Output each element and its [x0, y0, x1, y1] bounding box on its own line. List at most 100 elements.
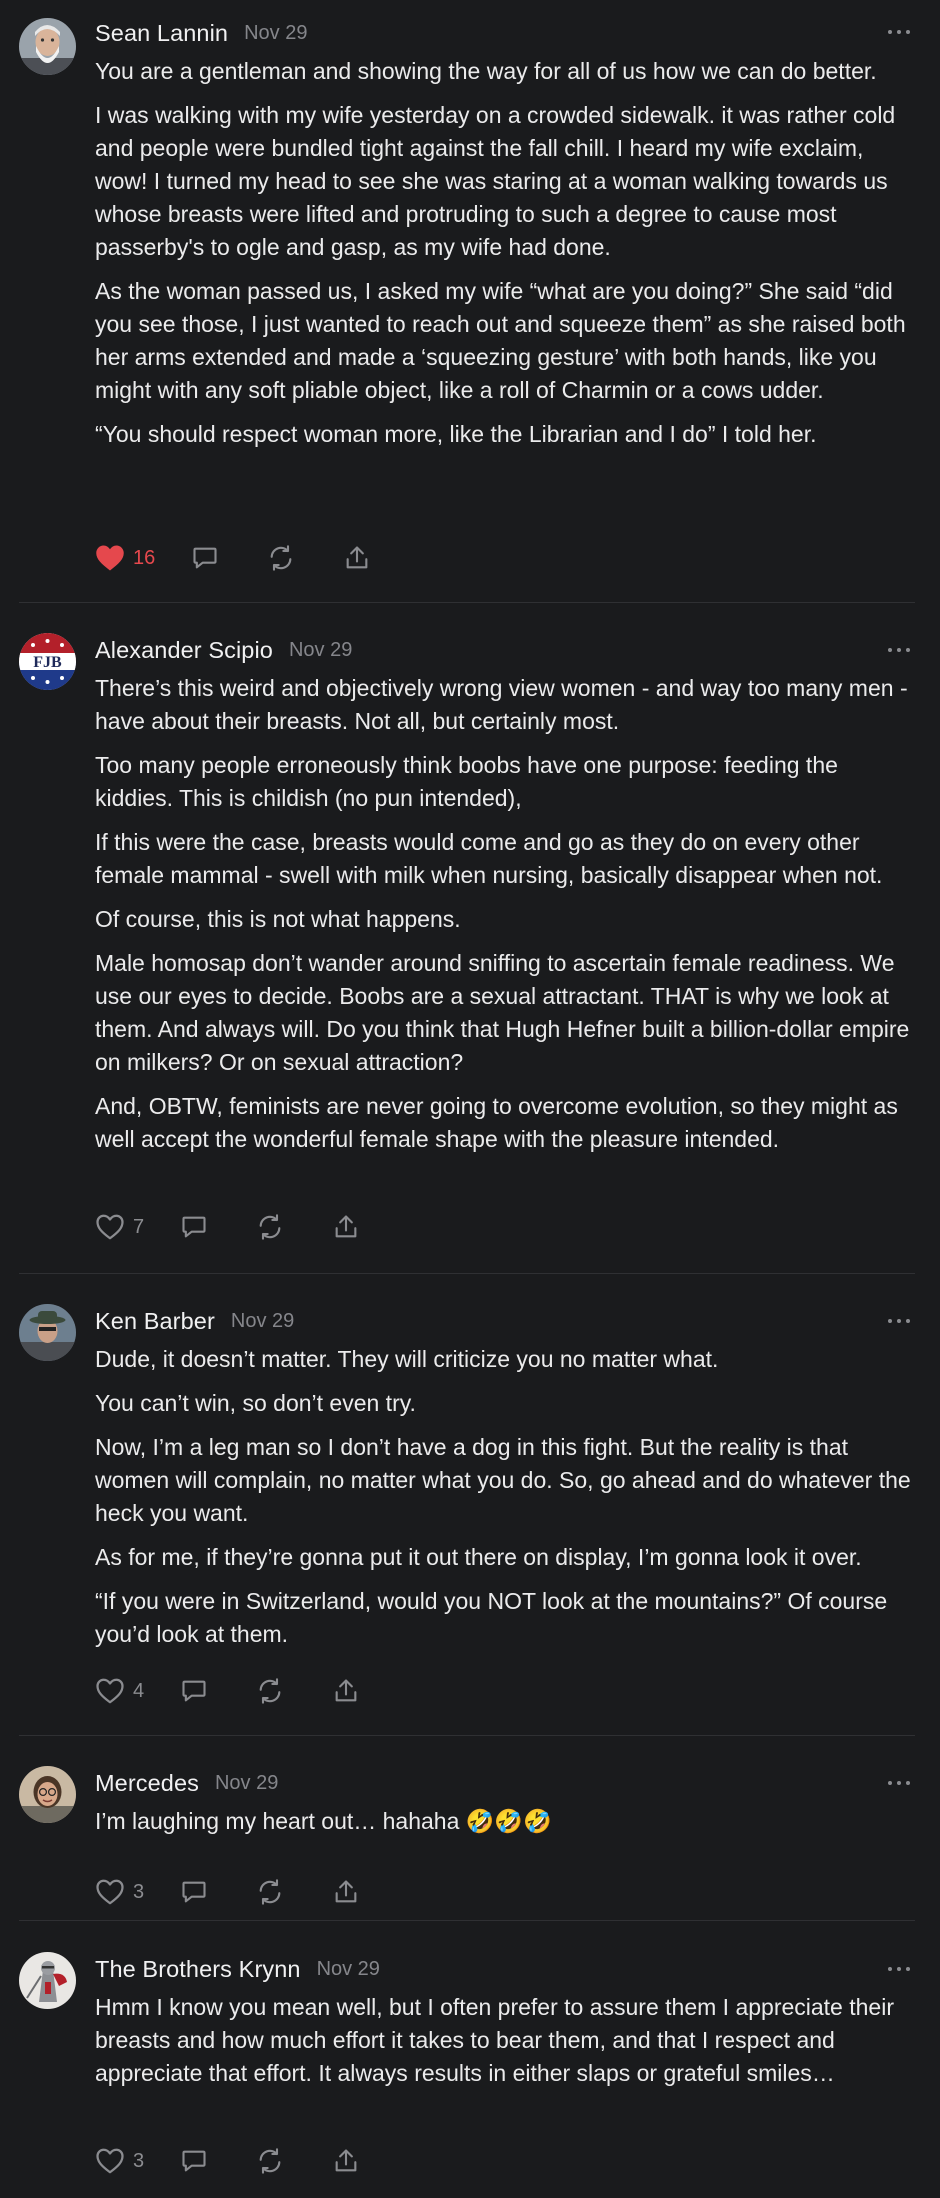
restack-icon: [270, 545, 292, 571]
like-button[interactable]: 3: [95, 2147, 144, 2175]
share-icon: [335, 1880, 357, 1903]
comment-body: I’m laughing my heart out… hahaha 🤣🤣🤣: [95, 1805, 921, 1838]
more-options-icon[interactable]: [888, 639, 910, 661]
author-name[interactable]: The Brothers Krynn: [95, 1956, 301, 1983]
comment-paragraph: I was walking with my wife yesterday on …: [95, 102, 896, 260]
comment-body: Dude, it doesn’t matter. They will criti…: [95, 1343, 921, 1651]
comment-paragraph: As the woman passed us, I asked my wife …: [95, 278, 906, 403]
share-icon: [335, 2149, 357, 2172]
comment-actions: 7: [95, 1211, 360, 1243]
comment-paragraph: Too many people erroneously think boobs …: [95, 752, 838, 811]
like-count: 7: [133, 1215, 145, 1238]
author-name[interactable]: Ken Barber: [95, 1308, 215, 1335]
comment-date[interactable]: Nov 29: [317, 1958, 380, 1981]
comment-bubble-icon: [193, 547, 217, 569]
like-button[interactable]: 3: [95, 1878, 144, 1906]
more-options-icon[interactable]: [888, 1310, 910, 1332]
comment-date[interactable]: Nov 29: [244, 22, 307, 45]
more-options-icon[interactable]: [888, 1958, 910, 1980]
author-name[interactable]: Sean Lannin: [95, 20, 228, 47]
like-count: 3: [133, 2149, 145, 2172]
comment-actions: 4: [95, 1675, 360, 1707]
comment-date[interactable]: Nov 29: [231, 1310, 294, 1333]
more-options-icon[interactable]: [888, 1772, 910, 1794]
restack-button[interactable]: [267, 544, 295, 572]
share-icon: [346, 546, 368, 569]
comment-paragraph: “You should respect woman more, like the…: [95, 421, 817, 447]
author-name[interactable]: Mercedes: [95, 1770, 199, 1797]
restack-button[interactable]: [256, 1213, 284, 1241]
comment-body: Hmm I know you mean well, but I often pr…: [95, 1991, 921, 2090]
share-button[interactable]: [343, 544, 371, 572]
comment-paragraph: Of course, this is not what happens.: [95, 906, 461, 932]
comment-paragraph: You can’t win, so don’t even try.: [95, 1390, 416, 1416]
avatar[interactable]: [19, 1304, 76, 1361]
comment-body: There’s this weird and objectively wrong…: [95, 672, 921, 1156]
comment-feed: Sean Lannin Nov 29 You are a gentleman a…: [0, 0, 940, 2198]
like-count: 3: [133, 1880, 145, 1903]
restack-icon: [259, 1678, 281, 1704]
comment-paragraph: And, OBTW, feminists are never going to …: [95, 1093, 898, 1152]
restack-icon: [259, 2148, 281, 2174]
comment-header: Ken Barber Nov 29: [95, 1304, 294, 1338]
heart-icon: [96, 1678, 124, 1704]
avatar[interactable]: [19, 18, 76, 75]
comment-actions: 16: [95, 542, 371, 574]
like-count: 4: [133, 1679, 145, 1702]
comment-bubble-icon: [182, 1216, 206, 1238]
comment-paragraph: There’s this weird and objectively wrong…: [95, 675, 908, 734]
divider: [19, 1735, 915, 1736]
divider: [19, 1273, 915, 1274]
like-button[interactable]: 4: [95, 1677, 144, 1705]
comment-date[interactable]: Nov 29: [215, 1772, 278, 1795]
share-button[interactable]: [332, 1213, 360, 1241]
reply-button[interactable]: [180, 1213, 208, 1241]
restack-button[interactable]: [256, 1878, 284, 1906]
divider: [19, 1920, 915, 1921]
like-button[interactable]: 7: [95, 1213, 144, 1241]
divider: [19, 602, 915, 603]
heart-icon: [96, 2148, 124, 2174]
comment-header: Sean Lannin Nov 29: [95, 16, 307, 50]
comment-paragraph: I’m laughing my heart out… hahaha 🤣🤣🤣: [95, 1808, 552, 1834]
more-options-icon[interactable]: [888, 21, 910, 43]
avatar[interactable]: [19, 1766, 76, 1823]
share-button[interactable]: [332, 1677, 360, 1705]
restack-button[interactable]: [256, 2147, 284, 2175]
comment-bubble-icon: [182, 1881, 206, 1903]
reply-button[interactable]: [191, 544, 219, 572]
comment-paragraph: Now, I’m a leg man so I don’t have a dog…: [95, 1434, 911, 1526]
reply-button[interactable]: [180, 1878, 208, 1906]
comment-date[interactable]: Nov 29: [289, 639, 352, 662]
comment-paragraph: You are a gentleman and showing the way …: [95, 58, 877, 84]
avatar[interactable]: FJB: [19, 633, 76, 690]
comment-paragraph: If this were the case, breasts would com…: [95, 829, 883, 888]
heart-icon: [96, 1214, 124, 1240]
restack-button[interactable]: [256, 1677, 284, 1705]
svg-text:FJB: FJB: [33, 654, 62, 671]
reply-button[interactable]: [180, 1677, 208, 1705]
comment-header: Alexander Scipio Nov 29: [95, 633, 352, 667]
heart-icon: [96, 545, 124, 571]
like-count: 16: [133, 546, 156, 569]
comment-bubble-icon: [182, 2150, 206, 2172]
comment-header: The Brothers Krynn Nov 29: [95, 1952, 380, 1986]
reply-button[interactable]: [180, 2147, 208, 2175]
share-icon: [335, 1679, 357, 1702]
comment-paragraph: Dude, it doesn’t matter. They will criti…: [95, 1346, 719, 1372]
share-button[interactable]: [332, 2147, 360, 2175]
comment-header: Mercedes Nov 29: [95, 1766, 278, 1800]
comment-paragraph: As for me, if they’re gonna put it out t…: [95, 1544, 862, 1570]
comment-paragraph: Hmm I know you mean well, but I often pr…: [95, 1994, 894, 2086]
comment-bubble-icon: [182, 1680, 206, 1702]
comment-paragraph: Male homosap don’t wander around sniffin…: [95, 950, 910, 1075]
share-icon: [335, 1215, 357, 1238]
like-button[interactable]: 16: [95, 544, 155, 572]
comment-paragraph: “If you were in Switzerland, would you N…: [95, 1588, 888, 1647]
share-button[interactable]: [332, 1878, 360, 1906]
restack-icon: [259, 1879, 281, 1905]
comment-body: You are a gentleman and showing the way …: [95, 55, 921, 451]
avatar[interactable]: [19, 1952, 76, 2009]
author-name[interactable]: Alexander Scipio: [95, 637, 273, 664]
comment-actions: 3: [95, 1876, 360, 1908]
